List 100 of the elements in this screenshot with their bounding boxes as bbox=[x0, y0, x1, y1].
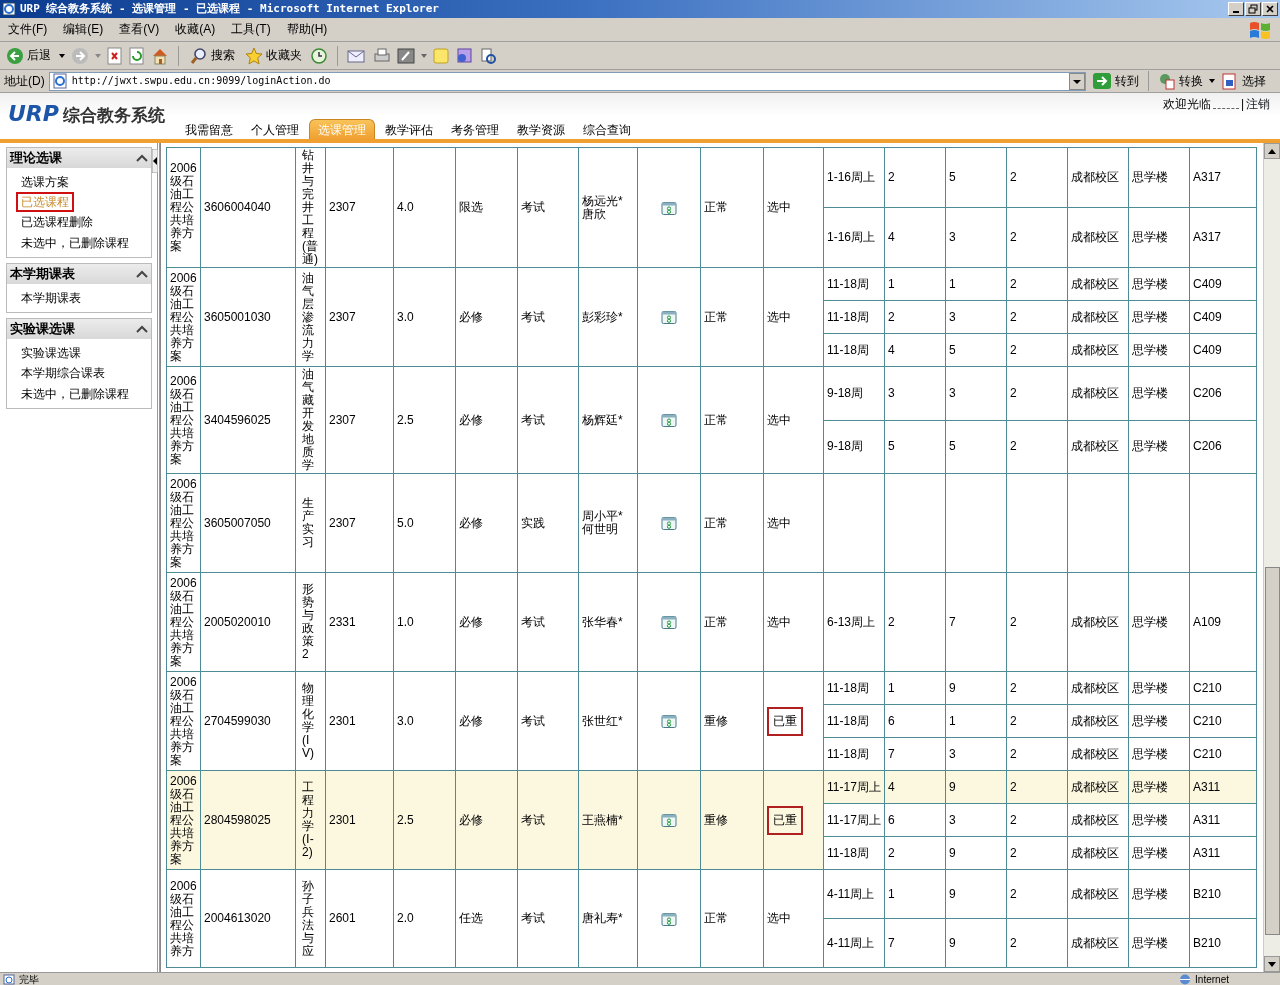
restore-button[interactable] bbox=[1245, 2, 1261, 16]
convert-button[interactable]: 转换 bbox=[1156, 72, 1205, 90]
minimize-button[interactable] bbox=[1228, 2, 1244, 16]
plan-cell: 2006级石油工程公共培养方案 bbox=[166, 267, 201, 367]
select-button[interactable]: 选择 bbox=[1219, 72, 1268, 90]
dropdown-caret-icon[interactable] bbox=[1209, 79, 1215, 83]
credit-cell: 5.0 bbox=[393, 473, 456, 573]
selection-status: 选中 bbox=[767, 412, 791, 427]
calendar-icon[interactable] bbox=[661, 813, 677, 827]
logout-link[interactable]: 注销 bbox=[1246, 97, 1270, 112]
section-cell: 3 bbox=[945, 300, 1007, 334]
building-cell: 思学楼 bbox=[1128, 869, 1190, 919]
sidebar-item[interactable]: 已选课程删除 bbox=[16, 212, 98, 233]
building-cell: 思学楼 bbox=[1128, 147, 1190, 208]
day-cell: 1 bbox=[884, 267, 946, 301]
plan-cell: 2006级石油工程公共培养方案 bbox=[166, 366, 201, 474]
nav-tab[interactable]: 我需留意 bbox=[176, 119, 241, 139]
favorites-button[interactable]: 收藏夹 bbox=[243, 46, 304, 65]
back-button[interactable]: 后退 bbox=[4, 46, 53, 65]
sidebar-title: 理论选课 bbox=[10, 150, 62, 166]
calendar-icon[interactable] bbox=[661, 714, 677, 728]
page-done-icon bbox=[3, 973, 15, 985]
scroll-down-icon[interactable] bbox=[1268, 961, 1276, 967]
room-cell: A317 bbox=[1189, 147, 1257, 208]
nav-tab[interactable]: 教学评估 bbox=[376, 119, 441, 139]
room-cell: C409 bbox=[1189, 300, 1257, 334]
sidebar-header[interactable]: 实验课选课 bbox=[7, 319, 151, 339]
menu-item[interactable]: 工具(T) bbox=[223, 22, 279, 37]
go-button[interactable]: 转到 bbox=[1090, 72, 1141, 90]
group-cell: 2301 bbox=[325, 671, 394, 771]
status-cell: 正常 bbox=[700, 267, 764, 367]
section-cell: 3 bbox=[945, 803, 1007, 837]
calendar-icon[interactable] bbox=[661, 911, 677, 926]
menu-item[interactable]: 查看(V) bbox=[111, 22, 168, 37]
weeks-cell: 11-18周 bbox=[823, 300, 885, 334]
section-cell: 3 bbox=[945, 207, 1007, 268]
nav-tab[interactable]: 综合查询 bbox=[574, 119, 639, 139]
chevron-up-icon[interactable] bbox=[136, 269, 148, 278]
menu-item[interactable]: 编辑(E) bbox=[55, 22, 112, 37]
print-icon[interactable] bbox=[373, 46, 391, 65]
sidebar-item[interactable]: 本学期综合课表 bbox=[16, 363, 110, 384]
count-cell: 2 bbox=[1006, 147, 1068, 208]
nav-tab[interactable]: 个人管理 bbox=[242, 119, 307, 139]
home-icon[interactable] bbox=[151, 46, 169, 65]
selection-status: 选中 bbox=[767, 200, 791, 214]
calendar-icon[interactable] bbox=[661, 615, 677, 629]
sidebar-title: 本学期课表 bbox=[10, 266, 75, 282]
menu-item[interactable]: 文件(F) bbox=[0, 22, 56, 37]
campus-cell: 成都校区 bbox=[1067, 918, 1129, 968]
security-zone: Internet bbox=[1195, 973, 1229, 985]
calendar-icon[interactable] bbox=[661, 413, 677, 427]
day-cell: 2 bbox=[884, 300, 946, 334]
collapse-icon[interactable] bbox=[152, 149, 158, 173]
sidebar-item[interactable]: 本学期课表 bbox=[16, 287, 86, 309]
nav-tab[interactable]: 教学资源 bbox=[508, 119, 573, 139]
scroll-up-icon[interactable] bbox=[1268, 148, 1276, 154]
count-cell: 2 bbox=[1006, 803, 1068, 837]
course-name-cell-text: 生产实习 bbox=[302, 497, 316, 549]
edit-icon[interactable] bbox=[397, 46, 415, 65]
weeks-cell: 9-18周 bbox=[823, 420, 885, 474]
weeks-cell: 11-17周上 bbox=[823, 803, 885, 837]
weeks-cell: 11-18周 bbox=[823, 704, 885, 738]
close-icon bbox=[1266, 5, 1274, 13]
day-cell: 2 bbox=[884, 147, 946, 208]
menu-item[interactable]: 收藏(A) bbox=[167, 22, 224, 37]
course-code-cell: 2804598025 bbox=[200, 770, 296, 870]
count-cell: 2 bbox=[1006, 918, 1068, 968]
sidebar-item[interactable]: 未选中，已删除课程 bbox=[16, 232, 134, 254]
calendar-icon[interactable] bbox=[661, 516, 677, 530]
close-button[interactable] bbox=[1262, 2, 1278, 16]
calendar-icon[interactable] bbox=[661, 310, 677, 324]
logo-text: 综合教务系统 bbox=[62, 105, 165, 126]
refresh-icon[interactable] bbox=[129, 46, 145, 65]
stop-icon[interactable] bbox=[107, 46, 123, 65]
room-cell: A311 bbox=[1189, 803, 1257, 837]
sidebar-item[interactable]: 未选中，已删除课程 bbox=[16, 383, 134, 404]
group-cell: 2307 bbox=[325, 473, 394, 573]
chevron-up-icon[interactable] bbox=[136, 153, 148, 162]
status-cell: 正常 bbox=[700, 147, 764, 268]
plan-cell: 2006级石油工程公共培养方案 bbox=[166, 572, 201, 672]
sidebar-header[interactable]: 理论选课 bbox=[7, 148, 151, 168]
browser-icon bbox=[2, 2, 16, 16]
sidebar-item[interactable]: 选课方案 bbox=[16, 171, 74, 192]
sidebar-header[interactable]: 本学期课表 bbox=[7, 264, 151, 284]
address-field[interactable]: http://jwxt.swpu.edu.cn:9099/loginAction.do bbox=[48, 71, 1086, 91]
selection-status: 选中 bbox=[767, 911, 791, 925]
selection-status: 已重 bbox=[767, 805, 803, 835]
status-cell: 正常 bbox=[700, 473, 764, 573]
menu-item[interactable]: 帮助(H) bbox=[278, 22, 336, 37]
dropdown-caret-icon[interactable] bbox=[59, 53, 65, 58]
sidebar-item[interactable]: 实验课选课 bbox=[16, 342, 86, 364]
chevron-up-icon[interactable] bbox=[136, 324, 148, 333]
history-icon[interactable] bbox=[310, 46, 328, 65]
group-cell: 2307 bbox=[325, 366, 394, 474]
search-button[interactable]: 搜索 bbox=[188, 46, 237, 65]
nav-tab[interactable]: 考务管理 bbox=[442, 119, 507, 139]
course-type-cell: 必修 bbox=[455, 770, 518, 870]
credit-cell: 2.5 bbox=[393, 366, 456, 474]
exam-type-cell: 考试 bbox=[517, 671, 579, 771]
calendar-icon[interactable] bbox=[661, 200, 677, 215]
